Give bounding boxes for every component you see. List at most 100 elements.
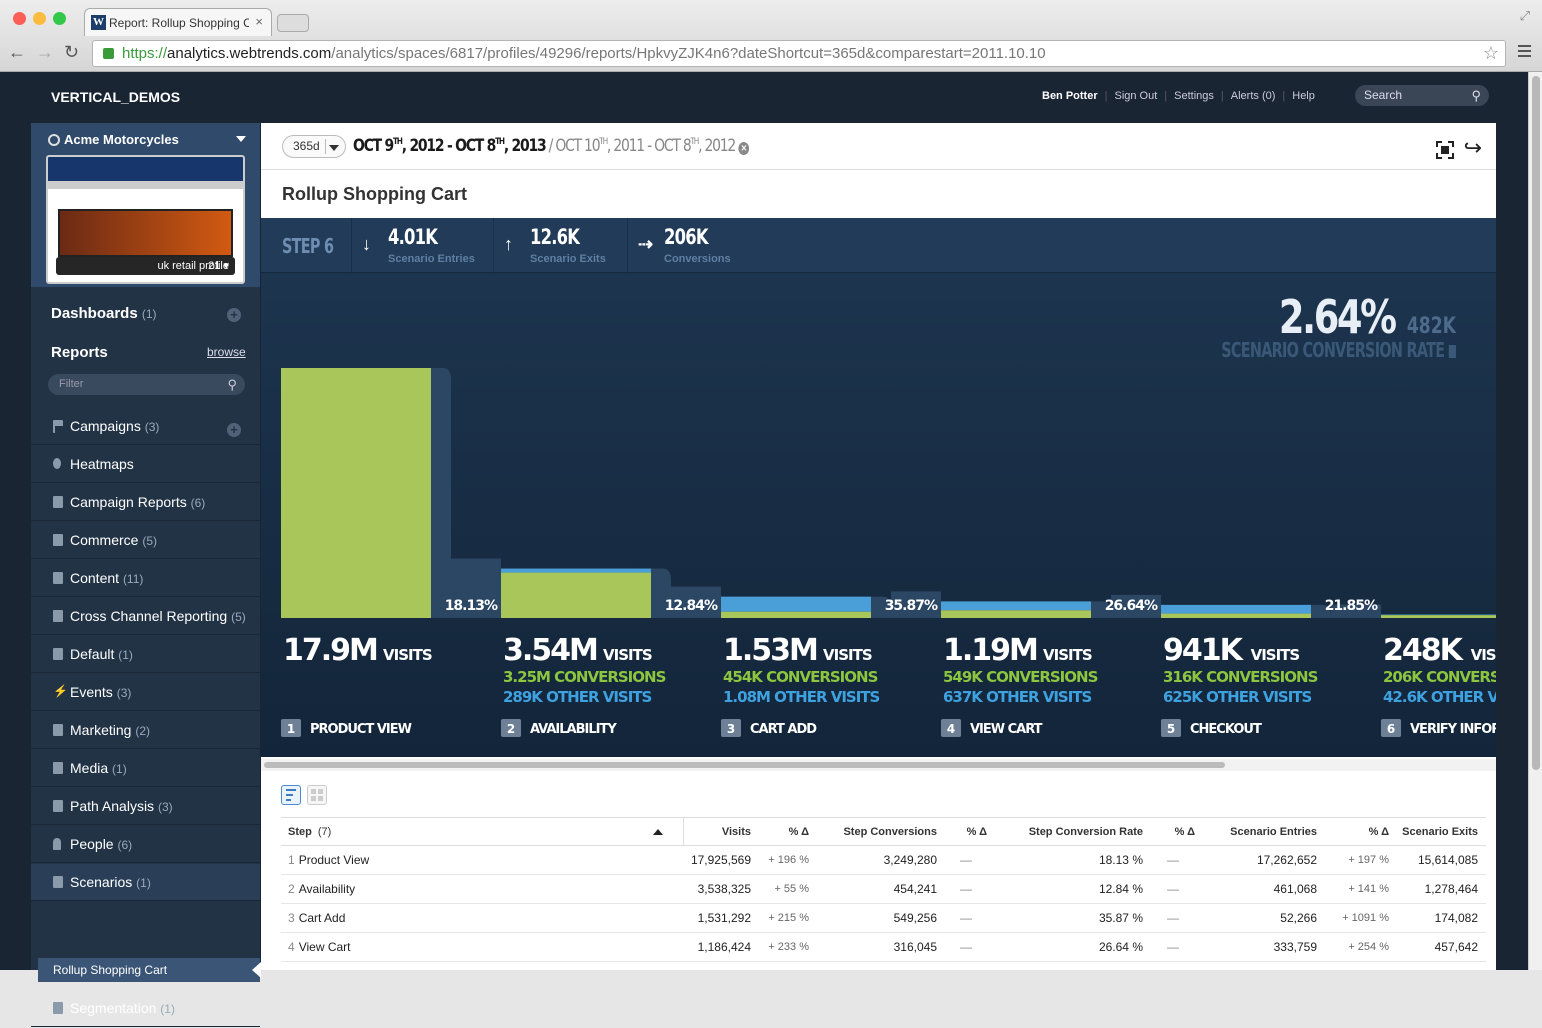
sidebar-item-media[interactable]: Media (1) — [31, 750, 260, 787]
dashboards-heading[interactable]: Dashboards (1) — [51, 305, 157, 322]
table-cell: 17,262,652 — [1203, 845, 1325, 875]
sidebar-item-events[interactable]: ⚡ Events (3) — [31, 674, 260, 711]
table-row[interactable]: 1 Product View 17,925,569 + 196 % 3,249,280—… — [281, 845, 1486, 875]
sidebar-item-content[interactable]: Content (11) — [31, 560, 260, 597]
search-icon[interactable]: ⚲ — [1471, 85, 1481, 106]
search-icon[interactable]: ⚲ — [227, 374, 237, 395]
sidebar-item-campaigns[interactable]: Campaigns (3) — [31, 408, 260, 445]
step-conversion-rate-label: 18.13% — [445, 598, 498, 614]
step-name-label: CHECKOUT — [1190, 722, 1262, 737]
step-name-label: PRODUCT VIEW — [310, 722, 412, 737]
column-header[interactable]: % Δ — [759, 817, 817, 846]
sidebar-item-heatmaps[interactable]: Heatmaps — [31, 446, 260, 483]
table-view-icon[interactable] — [281, 785, 301, 805]
browser-menu-icon[interactable] — [1518, 45, 1531, 60]
profile-name: Acme Motorcycles — [48, 132, 179, 147]
share-icon[interactable]: ↪ — [1464, 135, 1482, 161]
column-header-step[interactable]: Step (7) — [281, 817, 684, 846]
fullscreen-icon[interactable] — [1436, 141, 1454, 159]
close-tab-icon[interactable]: × — [255, 14, 263, 29]
sidebar-item-label: Marketing — [70, 722, 132, 738]
address-bar[interactable]: https://analytics.webtrends.com/analytic… — [92, 40, 1506, 67]
table-row[interactable]: 2 Availability 3,538,325 + 55 % 454,241—12.8… — [281, 874, 1486, 904]
sidebar-item-people[interactable]: People (6) — [31, 826, 260, 863]
table-cell: 457,642 — [1397, 932, 1486, 962]
column-header[interactable]: Scenario Entries — [1203, 817, 1325, 846]
conversions-bar — [501, 572, 651, 618]
profile-label-bar: uk retail profile 21 ▾ — [56, 257, 235, 275]
url-host: analytics.webtrends.com — [167, 45, 332, 62]
sidebar-item-count: (11) — [122, 572, 144, 586]
date-range-select[interactable]: 365d — [282, 135, 346, 158]
sidebar-item-cross-channel-reporting[interactable]: Cross Channel Reporting (5) — [31, 598, 260, 635]
sidebar-item-default[interactable]: Default (1) — [31, 636, 260, 673]
sidebar-item-marketing[interactable]: Marketing (2) — [31, 712, 260, 749]
sidebar-item-segmentation[interactable]: Segmentation (1) — [31, 990, 260, 1027]
step-name-cell: 4 View Cart — [281, 932, 683, 962]
forward-icon[interactable]: → — [36, 42, 54, 63]
other-visits-bar — [721, 596, 871, 612]
help-link[interactable]: Help — [1292, 90, 1315, 102]
table-cell: + 254 % — [1325, 932, 1397, 962]
grid-view-icon[interactable] — [307, 785, 327, 805]
sidebar-item-campaign-reports[interactable]: Campaign Reports (6) — [31, 484, 260, 521]
doc-icon — [53, 648, 63, 660]
browse-link[interactable]: browse — [207, 345, 246, 359]
scenario-conversion-rate: 2.64% 482K SCENARIO CONVERSION RATE — [1130, 290, 1456, 362]
step-other-visits-label: 42.6K OTHER VISITS — [1383, 688, 1496, 706]
sidebar-item-commerce[interactable]: Commerce (5) — [31, 522, 260, 559]
column-header[interactable]: Scenario Exits — [1397, 817, 1486, 846]
browser-chrome: W Report: Rollup Shopping C × ⤢ ← → ↻ ht… — [0, 0, 1542, 72]
horizontal-scrollbar[interactable] — [261, 759, 1496, 771]
back-icon[interactable]: ← — [8, 42, 26, 63]
column-header[interactable]: Visits — [683, 817, 759, 846]
filter-input[interactable]: Filter ⚲ — [48, 374, 245, 395]
maximize-window-icon[interactable] — [53, 12, 66, 25]
lock-icon — [103, 48, 114, 59]
column-header[interactable]: Step Conversions — [817, 817, 945, 846]
table-cell: 1,186,424 — [683, 932, 759, 962]
column-header[interactable]: % Δ — [1151, 817, 1203, 846]
funnel-chart-area: 18.13% 17.9M VISITS 1 PRODUCT VIEW 12.84% 3.54… — [261, 218, 1496, 757]
alerts-link[interactable]: Alerts (0) — [1231, 90, 1276, 102]
sort-ascending-icon[interactable] — [652, 829, 663, 835]
sidebar-item-count: (6) — [117, 838, 133, 852]
add-dashboard-icon[interactable]: + — [227, 308, 241, 322]
table-row[interactable]: 3 Cart Add 1,531,292 + 215 % 549,256—35.87 %… — [281, 903, 1486, 933]
reload-icon[interactable]: ↻ — [64, 42, 79, 63]
date-range[interactable]: OCT 9TH, 2012 - OCT 8TH, 2013 / OCT 10TH… — [353, 136, 750, 156]
minimize-window-icon[interactable] — [33, 12, 46, 25]
close-window-icon[interactable] — [13, 12, 26, 25]
profile-thumbnail[interactable]: uk retail profile 21 ▾ — [46, 155, 245, 284]
calculator-icon[interactable] — [1448, 345, 1456, 358]
column-header[interactable]: % Δ — [1325, 817, 1397, 846]
remove-compare-icon[interactable]: × — [738, 142, 750, 155]
search-input[interactable]: Search ⚲ — [1355, 85, 1489, 106]
bookmark-star-icon[interactable]: ☆ — [1483, 41, 1499, 66]
step-number: 3 — [727, 722, 735, 736]
sidebar-item-label: Media — [70, 760, 109, 776]
sidebar-item-label: Content — [70, 570, 120, 586]
globe-icon — [48, 134, 60, 146]
sidebar-subitem-rollup-shopping-cart[interactable]: Rollup Shopping Cart — [38, 958, 261, 982]
report-title: Rollup Shopping Cart — [282, 184, 467, 204]
sidebar-item-scenarios[interactable]: Scenarios (1) — [31, 864, 260, 901]
column-header[interactable]: % Δ — [945, 817, 995, 846]
sidebar-item-path-analysis[interactable]: Path Analysis (3) — [31, 788, 260, 825]
scenario-total-value: 482K — [1406, 314, 1456, 339]
sign-out-link[interactable]: Sign Out — [1114, 90, 1157, 102]
browser-tab[interactable]: W Report: Rollup Shopping C × — [84, 8, 272, 36]
settings-link[interactable]: Settings — [1174, 90, 1214, 102]
fullscreen-toggle-icon[interactable]: ⤢ — [1520, 8, 1530, 24]
new-tab-button[interactable] — [277, 14, 309, 32]
url-scheme: https:// — [122, 45, 168, 62]
column-header[interactable]: Step Conversion Rate — [995, 817, 1151, 846]
profile-selector[interactable]: Acme Motorcycles uk retail profile 21 ▾ — [31, 123, 260, 287]
chevron-down-icon[interactable] — [236, 136, 246, 142]
step-visits-value: 3.54M — [503, 633, 597, 668]
page-scrollbar[interactable] — [1528, 72, 1542, 970]
step-conversion-rate-label: 26.64% — [1105, 598, 1158, 614]
step-conversions-label: 454K CONVERSIONS — [723, 668, 878, 686]
step-conversion-rate-label: 12.84% — [665, 598, 718, 614]
table-row[interactable]: 4 View Cart 1,186,424 + 233 % 316,045—26.64 … — [281, 932, 1486, 962]
